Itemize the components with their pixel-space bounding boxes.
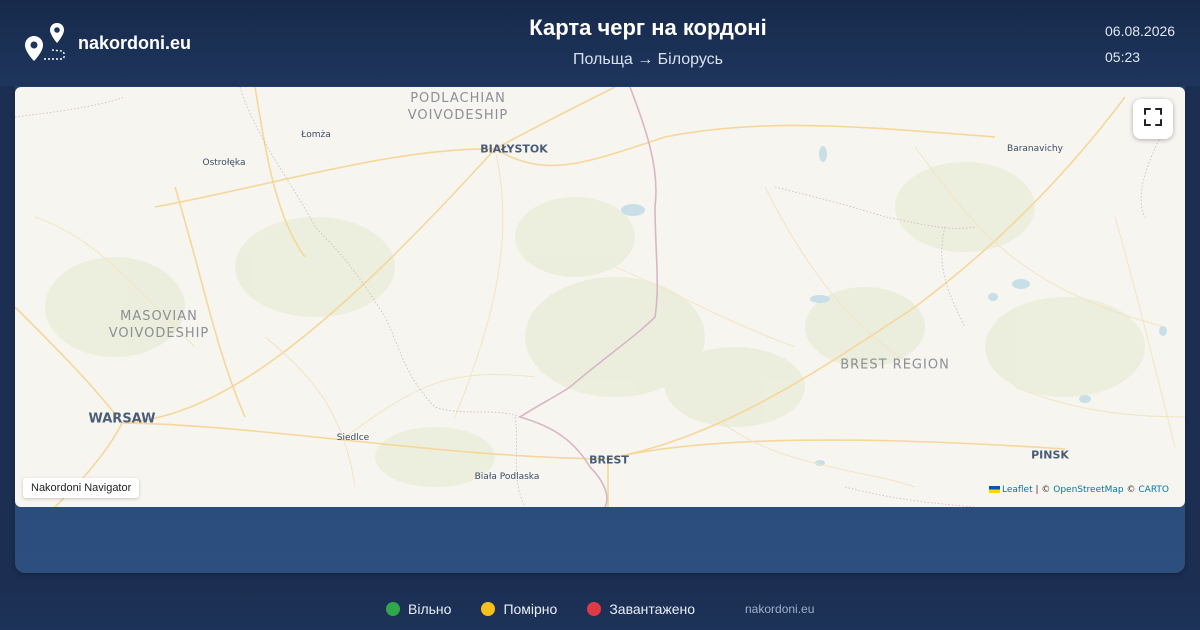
legend-free: Вільно xyxy=(386,601,451,617)
time-text: 05:23 xyxy=(1105,49,1141,65)
map-label-biala-podlaska: Biała Podlaska xyxy=(474,472,540,482)
map-label-pinsk: PINSK xyxy=(1031,448,1069,462)
legend-moderate-label: Помірно xyxy=(503,601,558,617)
legend-moderate: Помірно xyxy=(481,601,557,617)
map-attribution: Leaflet | © OpenStreetMap © CARTO xyxy=(988,485,1169,495)
title-block: Карта черг на кордоні Польща → Білорусь xyxy=(350,14,946,70)
brand[interactable]: nakordoni.eu xyxy=(24,22,191,64)
map[interactable]: PODLACHIAN VOIVODESHIP MASOVIAN VOIVODES… xyxy=(15,87,1185,507)
map-label-siedlce: Siedlce xyxy=(336,433,370,443)
datetime: 06.08.2026 05:23 xyxy=(1105,22,1175,66)
status-legend: Вільно Помірно Завантажено xyxy=(386,601,725,617)
legend-busy: Завантажено xyxy=(587,601,695,617)
footer: Вільно Помірно Завантажено nakordoni.eu xyxy=(0,587,1200,630)
map-pins-route-icon xyxy=(24,22,66,64)
green-dot-icon xyxy=(386,602,400,616)
ukraine-flag-icon xyxy=(988,486,1000,493)
legend-free-label: Вільно xyxy=(408,601,452,617)
fullscreen-button[interactable] xyxy=(1133,99,1173,139)
osm-link[interactable]: OpenStreetMap xyxy=(1053,485,1123,495)
map-panel: PODLACHIAN VOIVODESHIP MASOVIAN VOIVODES… xyxy=(15,86,1185,573)
map-label-lomza: Łomża xyxy=(301,130,331,140)
attribution-copy: © xyxy=(1123,485,1139,495)
route-subtitle: Польща → Білорусь xyxy=(572,51,723,68)
footer-site-link[interactable]: nakordoni.eu xyxy=(745,601,814,617)
fullscreen-icon xyxy=(1143,107,1163,132)
header: nakordoni.eu Карта черг на кордоні Польщ… xyxy=(0,0,1200,86)
legend-busy-label: Завантажено xyxy=(609,601,696,617)
map-label-brest: BREST xyxy=(589,453,629,467)
navigator-badge[interactable]: Nakordoni Navigator xyxy=(23,478,140,498)
map-label-podlachian: PODLACHIAN VOIVODESHIP xyxy=(407,91,509,123)
date-text: 06.08.2026 xyxy=(1105,23,1176,39)
page-title: Карта черг на кордоні xyxy=(529,15,767,40)
map-label-bialystok: BIAŁYSTOK xyxy=(480,142,548,156)
map-label-masovian: MASOVIAN VOIVODESHIP xyxy=(108,309,210,341)
leaflet-link[interactable]: Leaflet xyxy=(1002,485,1033,495)
attribution-separator: | © xyxy=(1032,485,1054,495)
map-label-warsaw: WARSAW xyxy=(88,411,156,427)
yellow-dot-icon xyxy=(481,602,496,616)
map-label-brest-region: BREST REGION xyxy=(840,357,950,373)
carto-link[interactable]: CARTO xyxy=(1138,485,1169,495)
map-label-baranavichy: Baranavichy xyxy=(1007,144,1063,154)
site-name: nakordoni.eu xyxy=(78,32,192,53)
red-dot-icon xyxy=(587,602,602,616)
map-label-ostroleka: Ostrołęka xyxy=(202,158,246,168)
